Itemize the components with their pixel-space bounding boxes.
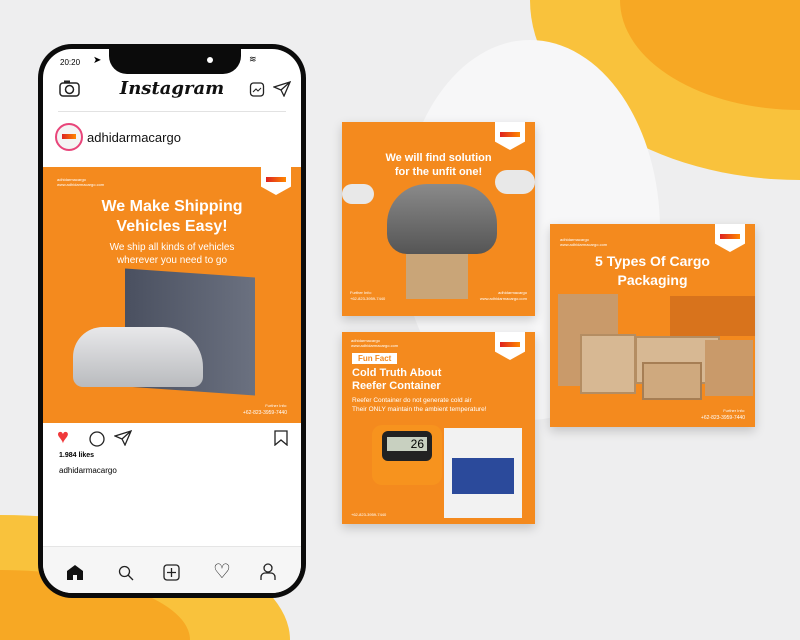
direct-message-icon[interactable] bbox=[273, 81, 291, 97]
card2-body-1: Reefer Container do not generate cold ai… bbox=[352, 397, 472, 404]
card3-phone: +62-823-3959-7440 bbox=[700, 415, 745, 421]
post-title-1: We Make Shipping bbox=[101, 198, 243, 215]
card2-title-2: Reefer Container bbox=[352, 380, 441, 392]
card1-handle: adhidarmacargo bbox=[498, 290, 527, 295]
container-background bbox=[670, 296, 755, 336]
card3-title-2: Packaging bbox=[617, 272, 688, 288]
card1-further-info: Further Info: bbox=[350, 290, 372, 295]
post-card-elephant: We will find solution for the unfit one! … bbox=[342, 122, 535, 316]
location-icon: ➤ bbox=[93, 55, 102, 66]
phone-mockup: 20:20 ➤ ≋ Instagram adhidarmacargo adhid… bbox=[38, 44, 306, 598]
card1-title-1: We will find solution bbox=[385, 152, 492, 164]
igtv-icon[interactable] bbox=[249, 80, 265, 98]
card2-website: www.adhidarmacargo.com bbox=[351, 343, 399, 348]
fun-fact-badge: Fun Fact bbox=[352, 353, 398, 364]
elephant-image bbox=[387, 184, 497, 254]
post-subtitle-2: wherever you need to go bbox=[116, 255, 228, 266]
profile-icon[interactable] bbox=[260, 563, 276, 581]
post-website: www.adhidarmacargo.com bbox=[57, 182, 105, 187]
post-image[interactable]: adhidarmacargo www.adhidarmacargo.com We… bbox=[43, 167, 301, 423]
card3-website: www.adhidarmacargo.com bbox=[560, 242, 608, 247]
new-post-icon[interactable] bbox=[163, 564, 180, 581]
status-time: 20:20 bbox=[60, 58, 81, 67]
wifi-icon: ≋ bbox=[249, 54, 257, 64]
post-subtitle-1: We ship all kinds of vehicles bbox=[109, 242, 235, 253]
search-icon[interactable] bbox=[118, 565, 134, 581]
cloud-right bbox=[495, 170, 535, 194]
phone-notch bbox=[109, 49, 241, 74]
bookmark-icon[interactable] bbox=[274, 430, 288, 446]
crate-1 bbox=[580, 334, 636, 394]
card1-phone: +62-823-3959-7440 bbox=[350, 296, 386, 301]
post-phone: +62-823-3959-7440 bbox=[242, 410, 287, 416]
post-card-reefer: adhidarmacargo www.adhidarmacargo.com Fu… bbox=[342, 332, 535, 524]
thermometer-reading: 26 bbox=[387, 437, 427, 451]
post-further-info: Further Info: bbox=[265, 403, 287, 408]
reefer-unit bbox=[444, 428, 522, 518]
header-divider bbox=[58, 111, 286, 112]
profile-username[interactable]: adhidarmacargo bbox=[87, 130, 181, 145]
thermometer-gun: 26 bbox=[372, 425, 442, 485]
card1-website: www.adhidarmacargo.com bbox=[479, 296, 527, 301]
cloud-left bbox=[342, 184, 374, 204]
profile-avatar[interactable] bbox=[55, 123, 83, 151]
card2-phone: +62-823-3959-7440 bbox=[351, 512, 387, 517]
card2-body-2: Their ONLY maintain the ambient temperat… bbox=[352, 406, 487, 413]
bottom-nav: ♡ bbox=[43, 546, 301, 593]
likes-count: 1.984 likes bbox=[59, 452, 95, 459]
comment-icon[interactable] bbox=[88, 430, 106, 448]
caption-username[interactable]: adhidarmacargo bbox=[59, 466, 117, 475]
post-title-2: Vehicles Easy! bbox=[116, 218, 228, 235]
cardboard-boxes bbox=[705, 340, 753, 396]
like-icon[interactable]: ♥ bbox=[57, 426, 69, 449]
card2-title-1: Cold Truth About bbox=[352, 367, 442, 379]
card3-further-info: Further Info: bbox=[723, 408, 745, 413]
share-icon[interactable] bbox=[114, 430, 132, 446]
crate-3 bbox=[642, 362, 702, 400]
instagram-screen: 20:20 ➤ ≋ Instagram adhidarmacargo adhid… bbox=[43, 49, 301, 593]
home-icon[interactable] bbox=[66, 564, 84, 580]
car-image bbox=[73, 327, 203, 387]
post-card-packaging: adhidarmacargo www.adhidarmacargo.com 5 … bbox=[550, 224, 755, 427]
activity-heart-icon[interactable]: ♡ bbox=[213, 559, 231, 584]
card3-title-1: 5 Types Of Cargo bbox=[595, 253, 710, 269]
cardboard-box bbox=[406, 254, 468, 299]
